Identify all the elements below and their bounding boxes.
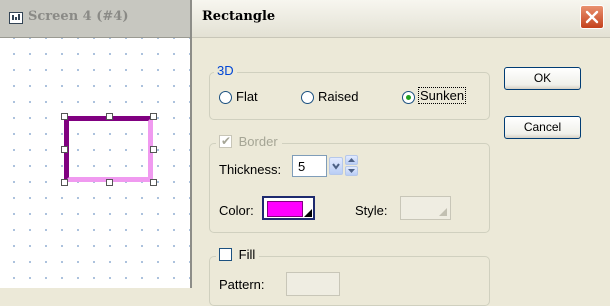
screen-title-bar[interactable]: Screen 4 (#4) <box>0 0 191 38</box>
ok-button[interactable]: OK <box>504 67 581 90</box>
3d-group-label: 3D <box>214 63 237 78</box>
selection-handle[interactable] <box>150 179 157 186</box>
selection-handle[interactable] <box>61 146 68 153</box>
thickness-label: Thickness: <box>219 162 282 177</box>
sunken-radio-label[interactable]: Sunken <box>418 87 467 104</box>
rectangle-dialog: Rectangle 3D Flat Raised Sunken OK Cance… <box>192 0 610 306</box>
thickness-spin-up[interactable] <box>345 155 358 165</box>
selection-handle[interactable] <box>150 113 157 120</box>
fill-checkbox[interactable] <box>219 248 232 261</box>
raised-radio-label[interactable]: Raised <box>318 89 358 104</box>
arrow-down-icon <box>348 169 355 173</box>
thickness-value: 5 <box>298 159 306 174</box>
color-label: Color: <box>219 203 254 218</box>
style-picker-button[interactable] <box>400 196 451 220</box>
pattern-picker-button[interactable] <box>286 272 340 296</box>
color-picker-button[interactable] <box>262 196 315 220</box>
close-button[interactable] <box>580 5 604 29</box>
thickness-dropdown-button[interactable] <box>329 157 343 175</box>
dropdown-corner-icon <box>304 209 312 217</box>
thickness-combo[interactable]: 5 <box>292 155 327 177</box>
raised-radio[interactable] <box>301 91 314 104</box>
flat-radio-label[interactable]: Flat <box>236 89 258 104</box>
dropdown-corner-icon <box>439 208 447 216</box>
chevron-down-icon <box>332 163 340 170</box>
rectangle-shape[interactable] <box>64 116 153 182</box>
dialog-title: Rectangle <box>202 9 276 24</box>
border-checkbox[interactable]: ✔ <box>219 134 232 148</box>
close-icon <box>585 10 599 24</box>
selection-handle[interactable] <box>106 179 113 186</box>
sunken-radio[interactable] <box>402 91 415 104</box>
screen-window-title: Screen 4 (#4) <box>28 9 129 24</box>
border-checkbox-label: Border <box>238 134 278 149</box>
style-label: Style: <box>355 203 388 218</box>
checkmark-icon: ✔ <box>221 134 232 148</box>
border-group-header: ✔ Border <box>216 134 282 149</box>
color-swatch <box>267 201 303 217</box>
selection-handle[interactable] <box>61 113 68 120</box>
pattern-label: Pattern: <box>219 277 265 292</box>
selection-handle[interactable] <box>61 179 68 186</box>
fill-group-header: Fill <box>216 247 260 262</box>
flat-radio[interactable] <box>219 91 232 104</box>
dialog-title-bar[interactable]: Rectangle <box>192 0 610 38</box>
fill-checkbox-label: Fill <box>238 247 256 262</box>
arrow-up-icon <box>348 158 355 162</box>
cancel-button[interactable]: Cancel <box>504 116 581 139</box>
thickness-spin-down[interactable] <box>345 166 358 176</box>
selection-handle[interactable] <box>106 113 113 120</box>
screen-window-icon <box>9 12 23 24</box>
selection-handle[interactable] <box>150 146 157 153</box>
